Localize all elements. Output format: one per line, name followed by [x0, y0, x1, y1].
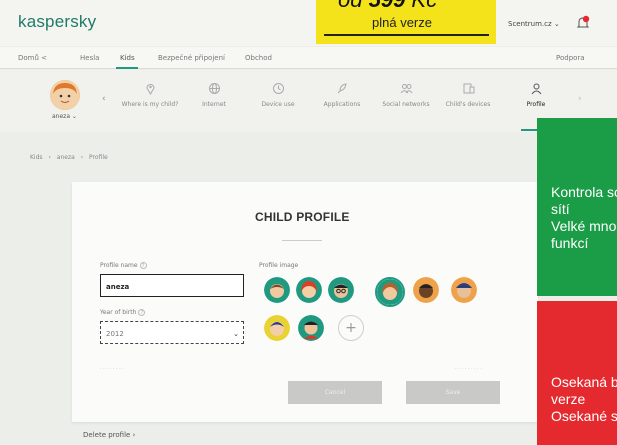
- child-avatar-face-icon: [50, 80, 80, 110]
- feature-internet[interactable]: Internet: [182, 82, 246, 108]
- year-of-birth-label: Year of birth?: [100, 309, 146, 316]
- profile-name-label: Profile name?: [100, 262, 147, 269]
- breadcrumb-current: Profile: [89, 154, 108, 161]
- feature-device-use[interactable]: Device use: [246, 82, 310, 108]
- faint-text: . . . . . . . . .: [455, 365, 483, 371]
- profile-image-option[interactable]: [328, 277, 354, 303]
- feature-label: Internet: [202, 101, 226, 108]
- clock-icon: [272, 83, 284, 94]
- help-icon[interactable]: ?: [138, 309, 146, 316]
- nav-item-store[interactable]: Obchod: [245, 54, 272, 62]
- feature-label: Where is my child?: [121, 101, 179, 108]
- red-ad-text: Osekaná b verze Osekané sl: [551, 374, 617, 424]
- profile-image-option[interactable]: [413, 277, 439, 303]
- breadcrumb-separator: ›: [48, 154, 51, 161]
- dark-skin-avatar-icon: [413, 277, 439, 303]
- green-ad-panel: Kontrola so sítí Velké mno funkcí: [537, 118, 617, 296]
- profile-name-input[interactable]: aneza: [100, 274, 244, 297]
- feature-profile[interactable]: Profile: [504, 82, 568, 108]
- page-title: CHILD PROFILE: [255, 210, 350, 224]
- rocket-icon: [337, 83, 347, 94]
- profile-image-option[interactable]: [264, 277, 290, 303]
- notification-bell-icon[interactable]: [575, 15, 591, 31]
- location-pin-icon: [145, 84, 155, 95]
- feature-label: Device use: [261, 101, 295, 108]
- breadcrumb: Kids › aneza › Profile: [30, 154, 112, 161]
- year-value: 2012: [106, 330, 124, 338]
- feature-social-networks[interactable]: Social networks: [374, 82, 438, 108]
- nav-item-secure-connection[interactable]: Bezpečné připojení: [158, 54, 225, 62]
- feature-label: Applications: [323, 101, 361, 108]
- boy-avatar-icon: [264, 277, 290, 303]
- profile-image-label: Profile image: [259, 262, 299, 269]
- kid-glasses-avatar-icon: [328, 277, 354, 303]
- nav-item-support[interactable]: Podpora: [556, 54, 585, 62]
- girl-red-hair-avatar-icon: [296, 277, 322, 303]
- profile-image-option[interactable]: [264, 315, 290, 341]
- plus-icon: +: [345, 320, 357, 336]
- promo-underline: [324, 34, 489, 36]
- nav-item-passwords[interactable]: Hesla: [80, 54, 99, 62]
- blonde-avatar-icon: [264, 315, 290, 341]
- feature-label: Social networks: [382, 101, 430, 108]
- add-profile-image-button[interactable]: +: [338, 315, 364, 341]
- main-nav: Domů < Hesla Kids Bezpečné připojení Obc…: [0, 47, 617, 69]
- nav-active-indicator: [116, 67, 138, 69]
- save-button[interactable]: Save: [406, 381, 500, 404]
- promo-price: od 599 Kč: [338, 0, 437, 13]
- nav-item-kids[interactable]: Kids: [120, 54, 135, 62]
- feature-label: Child's devices: [445, 101, 491, 108]
- chevron-down-icon: ⌄: [233, 330, 239, 338]
- feature-label: Profile: [526, 101, 546, 108]
- profile-image-option[interactable]: [298, 315, 324, 341]
- breadcrumb-kids[interactable]: Kids: [30, 154, 43, 161]
- delete-profile-link[interactable]: Delete profile ›: [83, 431, 135, 439]
- child-selector[interactable]: aneza ⌄: [52, 113, 77, 120]
- girl-avatar-icon: [377, 279, 403, 305]
- title-divider: [282, 240, 322, 241]
- profile-image-option-selected[interactable]: [375, 277, 405, 307]
- kid-blue-cap-avatar-icon: [451, 277, 477, 303]
- nav-item-home[interactable]: Domů <: [18, 54, 47, 62]
- faint-text: . . . . . . . .: [100, 365, 124, 371]
- boy-red-shirt-avatar-icon: [298, 315, 324, 341]
- user-icon: [531, 83, 541, 95]
- promo-subtitle: plná verze: [372, 15, 432, 30]
- chevron-right-icon[interactable]: ›: [578, 94, 582, 104]
- cancel-button[interactable]: Cancel: [288, 381, 382, 404]
- account-menu[interactable]: Scentrum.cz ⌄: [508, 20, 560, 28]
- profile-image-option[interactable]: [296, 277, 322, 303]
- profile-image-option[interactable]: [451, 277, 477, 303]
- globe-icon: [208, 83, 220, 94]
- feature-applications[interactable]: Applications: [310, 82, 374, 108]
- help-icon[interactable]: ?: [139, 262, 147, 269]
- breadcrumb-child[interactable]: aneza: [57, 154, 75, 161]
- breadcrumb-separator: ›: [80, 154, 84, 161]
- red-ad-panel: Osekaná b verze Osekané sl: [537, 301, 617, 445]
- feature-childs-devices[interactable]: Child's devices: [436, 82, 500, 108]
- kaspersky-logo[interactable]: kaspersky: [18, 12, 96, 32]
- chevron-left-icon[interactable]: ‹: [102, 94, 106, 104]
- promo-banner: od 599 Kč plná verze: [316, 0, 496, 44]
- child-avatar[interactable]: [50, 80, 80, 110]
- year-of-birth-select[interactable]: 2012 ⌄: [100, 321, 244, 344]
- people-icon: [400, 84, 412, 94]
- devices-icon: [463, 83, 474, 94]
- feature-where-is-my-child[interactable]: Where is my child?: [118, 82, 182, 108]
- green-ad-text: Kontrola so sítí Velké mno funkcí: [551, 184, 617, 251]
